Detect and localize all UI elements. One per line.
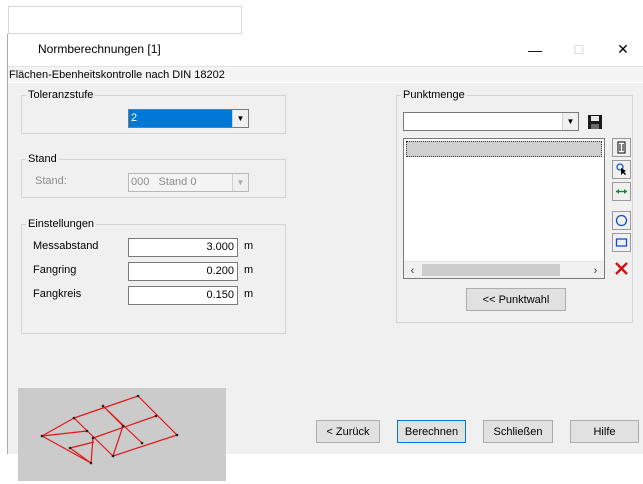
scroll-left-icon[interactable]: ‹	[404, 262, 421, 279]
stand-code: 000	[131, 176, 150, 188]
rectangle-select-button[interactable]	[612, 233, 631, 252]
save-icon	[587, 114, 602, 129]
pointer-pick-icon	[616, 163, 626, 175]
stand-label: Stand:	[35, 175, 67, 187]
punktmenge-legend: Punktmenge	[403, 89, 465, 101]
punktmenge-value	[404, 113, 562, 130]
stand-value: 000 Stand 0	[129, 174, 232, 191]
minimize-icon: —	[528, 41, 542, 58]
document-button[interactable]	[612, 138, 631, 157]
scroll-thumb[interactable]	[422, 264, 560, 276]
stand-name: Stand 0	[158, 176, 197, 188]
close-button[interactable]: Schließen	[483, 420, 553, 443]
chevron-down-icon: ▼	[232, 174, 248, 191]
punktmenge-list[interactable]: ‹ ›	[403, 138, 605, 279]
toleranzstufe-value: 2	[129, 110, 232, 127]
horizontal-arrows-icon	[616, 189, 627, 194]
rectangle-select-icon	[615, 238, 628, 247]
pick-point-button[interactable]	[612, 160, 631, 179]
chevron-down-icon[interactable]: ▼	[232, 110, 248, 127]
delete-button[interactable]	[612, 259, 631, 278]
calculate-button[interactable]: Berechnen	[397, 420, 466, 443]
scroll-right-icon[interactable]: ›	[587, 262, 604, 279]
dialog-client-area: Toleranzstufe 2 ▼ Stand Stand: 000 Stand…	[8, 83, 643, 481]
back-button[interactable]: < Zurück	[316, 420, 380, 443]
window-title: Normberechnungen [1]	[38, 42, 161, 56]
close-window-button[interactable]: ✕	[600, 34, 643, 65]
messabstand-label: Messabstand	[33, 240, 99, 252]
list-item[interactable]	[406, 141, 602, 157]
fangring-label: Fangring	[33, 264, 77, 276]
chevron-down-icon[interactable]: ▼	[562, 113, 578, 130]
messabstand-unit: m	[244, 240, 254, 252]
stand-legend: Stand	[28, 153, 57, 165]
document-icon	[617, 141, 626, 154]
dialog-window: Normberechnungen [1] — ☐ ✕ Flächen-Ebenh…	[7, 34, 643, 481]
dialog-subtitle: Flächen-Ebenheitskontrolle nach DIN 1820…	[8, 66, 643, 82]
fangkreis-unit: m	[244, 288, 254, 300]
top-input-field[interactable]	[8, 6, 242, 34]
grid-preview-drawing	[40, 394, 179, 465]
minimize-button[interactable]: —	[512, 34, 558, 65]
circle-select-icon	[615, 214, 628, 227]
fangring-input[interactable]: 0.200	[128, 262, 238, 281]
stand-select: 000 Stand 0 ▼	[128, 173, 249, 192]
einstellungen-legend: Einstellungen	[28, 218, 95, 230]
maximize-button: ☐	[556, 34, 602, 65]
save-button[interactable]	[585, 112, 604, 131]
title-bar: Normberechnungen [1] — ☐ ✕	[8, 34, 643, 65]
close-icon: ✕	[617, 41, 629, 57]
punktmenge-select[interactable]: ▼	[403, 112, 579, 131]
horizontal-scrollbar[interactable]: ‹ ›	[404, 261, 604, 278]
fangring-unit: m	[244, 264, 254, 276]
horizontal-arrows-button[interactable]	[612, 182, 631, 201]
fangkreis-input[interactable]: 0.150	[128, 286, 238, 305]
circle-select-button[interactable]	[612, 211, 631, 230]
fangkreis-label: Fangkreis	[33, 288, 82, 300]
maximize-icon: ☐	[573, 42, 585, 57]
toleranzstufe-select[interactable]: 2 ▼	[128, 109, 249, 128]
help-button[interactable]: Hilfe	[570, 420, 639, 443]
toleranzstufe-legend: Toleranzstufe	[28, 89, 94, 101]
messabstand-input[interactable]: 3.000	[128, 238, 238, 257]
delete-x-icon	[615, 262, 628, 275]
punktwahl-button[interactable]: << Punktwahl	[466, 288, 566, 311]
grid-preview-image	[18, 388, 226, 481]
